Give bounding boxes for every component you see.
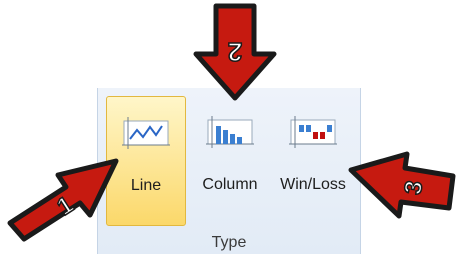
sparkline-winloss-icon	[289, 116, 337, 148]
column-sparkline-button[interactable]: Column	[188, 96, 272, 226]
callout-arrow-3: 3	[348, 151, 456, 219]
callout-arrow-2: 2	[193, 3, 277, 101]
sparkline-column-icon	[206, 116, 254, 148]
group-label: Type	[211, 234, 247, 251]
column-label: Column	[202, 176, 258, 193]
callout-arrow-1: 1	[7, 158, 119, 242]
sparkline-type-group: Line Column Win/Loss Type	[97, 88, 361, 254]
callout-number-2: 2	[228, 37, 242, 67]
